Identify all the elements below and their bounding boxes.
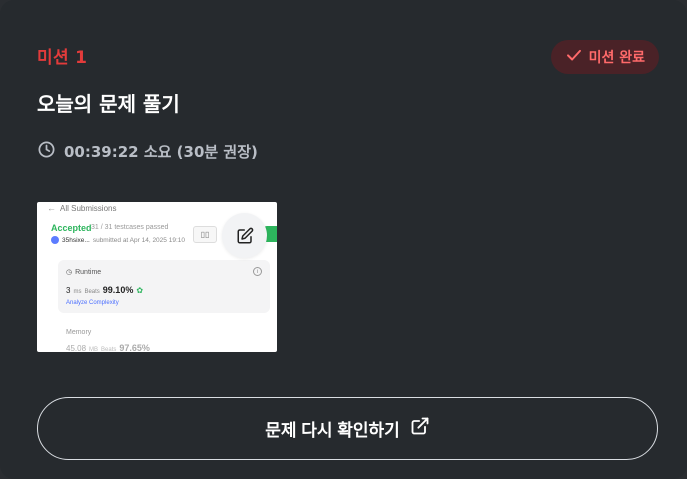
recheck-problem-button[interactable]: 문제 다시 확인하기 xyxy=(37,397,658,460)
runtime-unit: ms xyxy=(73,289,82,295)
badge-label: 미션 완료 xyxy=(588,50,645,66)
clock-icon xyxy=(37,140,56,163)
runtime-number: 3 xyxy=(66,286,71,295)
beats-label: Beats xyxy=(84,289,100,295)
recheck-label: 문제 다시 확인하기 xyxy=(265,421,400,440)
submitted-time: submitted at Apr 14, 2025 19:10 xyxy=(92,236,185,244)
mission-card: 미션 1 미션 완료 오늘의 문제 풀기 00:39:22 소요 (30분 권장… xyxy=(0,0,687,479)
back-link: ← All Submissions xyxy=(47,203,116,213)
clock-small-icon: ◷ xyxy=(66,269,73,276)
time-info: 00:39:22 소요 (30분 권장) xyxy=(37,140,258,163)
info-icon: i xyxy=(253,267,262,276)
mission-label: 미션 1 xyxy=(37,48,88,68)
memory-value: 45.08 MB Beats 97.65% xyxy=(66,343,150,352)
runtime-label-text: Runtime xyxy=(75,268,102,276)
runtime-value: 3 ms Beats 99.10% ✿ xyxy=(66,285,143,295)
runtime-panel: ◷ Runtime i 3 ms Beats 99.10% ✿ Analyze … xyxy=(58,260,270,313)
status-accepted: Accepted xyxy=(51,223,92,233)
avatar xyxy=(51,236,59,244)
submission-user: 35hsixe... submitted at Apr 14, 2025 19:… xyxy=(51,236,185,244)
username: 35hsixe... xyxy=(62,236,90,244)
book-icon: ▯▯ xyxy=(193,226,217,243)
leaf-icon: ✿ xyxy=(136,286,144,295)
runtime-beats: 99.10% xyxy=(102,285,134,295)
time-text: 00:39:22 소요 (30분 권장) xyxy=(64,143,258,161)
memory-unit: MB xyxy=(89,347,99,352)
testcases-passed: 31 / 31 testcases passed xyxy=(91,224,169,231)
submission-thumbnail[interactable]: ← All Submissions Accepted 31 / 31 testc… xyxy=(37,202,277,352)
mission-complete-badge: 미션 완료 xyxy=(550,40,659,74)
external-link-icon xyxy=(410,416,430,441)
memory-number: 45.08 xyxy=(66,344,87,352)
memory-beats-label: Beats xyxy=(101,347,117,352)
analyze-complexity-link: Analyze Complexity xyxy=(66,300,119,306)
check-icon xyxy=(565,46,583,68)
mission-title: 오늘의 문제 풀기 xyxy=(37,92,180,116)
runtime-label: ◷ Runtime xyxy=(66,268,102,277)
back-label: All Submissions xyxy=(60,203,117,213)
memory-beats: 97.65% xyxy=(119,343,150,352)
arrow-left-icon: ← xyxy=(47,203,56,213)
memory-label: Memory xyxy=(66,329,92,336)
edit-icon[interactable] xyxy=(222,213,267,258)
